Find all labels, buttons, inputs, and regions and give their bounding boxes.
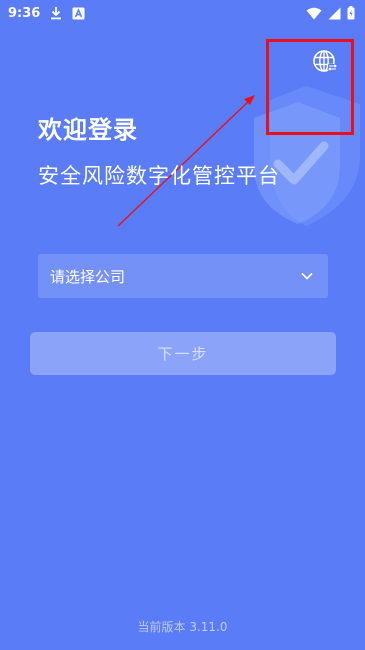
version-label: 当前版本 3.11.0: [137, 620, 228, 634]
platform-title: 安全风险数字化管控平台: [38, 164, 280, 188]
language-switch-button[interactable]: [309, 46, 341, 78]
company-select[interactable]: 请选择公司: [38, 254, 328, 298]
shield-watermark-icon: [254, 86, 360, 226]
a-badge-icon: [72, 7, 85, 19]
status-time: 9:36: [8, 5, 41, 21]
download-icon: [51, 7, 62, 20]
welcome-title: 欢迎登录: [38, 116, 138, 144]
status-bar: 9:36: [0, 0, 365, 26]
wifi-icon: [306, 7, 322, 19]
globe-icon: [313, 50, 337, 72]
company-select-placeholder: 请选择公司: [50, 267, 126, 286]
signal-icon: [328, 7, 341, 19]
battery-icon: [347, 6, 355, 20]
next-button[interactable]: 下一步: [30, 332, 336, 375]
status-left: 9:36: [8, 6, 85, 21]
status-right: [306, 6, 355, 20]
chevron-down-icon: [301, 272, 313, 280]
